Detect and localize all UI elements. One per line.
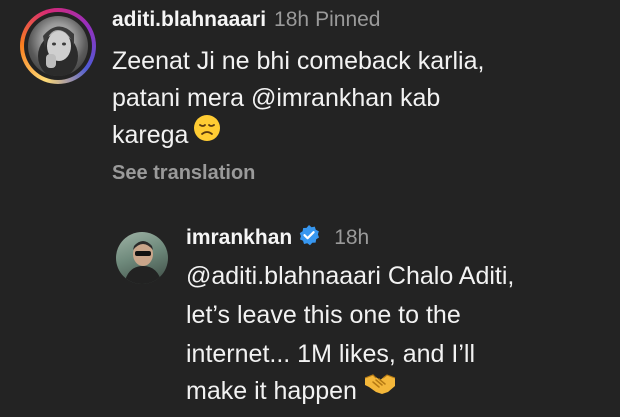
reply-username[interactable]: imrankhan [186,226,292,249]
comment-username[interactable]: aditi.blahnaaari [112,8,266,31]
comment-text-line-1: Zeenat Ji ne bhi comeback karlia, [112,47,485,75]
reply-text-line-4: make it happen [186,373,397,409]
see-translation-link[interactable]: See translation [112,162,255,185]
user-avatar[interactable] [20,8,96,84]
avatar-photo [28,16,88,76]
disappointed-face-icon [192,113,222,153]
reply-text-line-2: let’s leave this one to the [186,301,461,329]
comment-header: aditi.blahnaaari 18h Pinned [112,8,380,32]
verified-badge-icon [298,224,320,251]
reply-text-line-3: internet... 1M likes, and I’ll [186,340,476,368]
comment-text-line-2: patani mera @imrankhan kab [112,84,441,112]
reply-mention-link[interactable]: @aditi.blahnaaari [186,262,381,290]
pinned-label: Pinned [315,8,381,31]
handshake-icon [363,370,397,408]
comment-text-line-3: karega [112,115,222,153]
reply-user-avatar[interactable] [116,232,168,284]
reply-text-line-1: @aditi.blahnaaari Chalo Aditi, [186,262,515,290]
comment-time: 18h [274,8,310,31]
reply-time: 18h [334,226,370,249]
mention-link[interactable]: @imrankhan [251,84,393,112]
reply-header: imrankhan 18h [186,224,370,251]
comment-thread: aditi.blahnaaari 18h Pinned Zeenat Ji ne b… [0,0,620,417]
